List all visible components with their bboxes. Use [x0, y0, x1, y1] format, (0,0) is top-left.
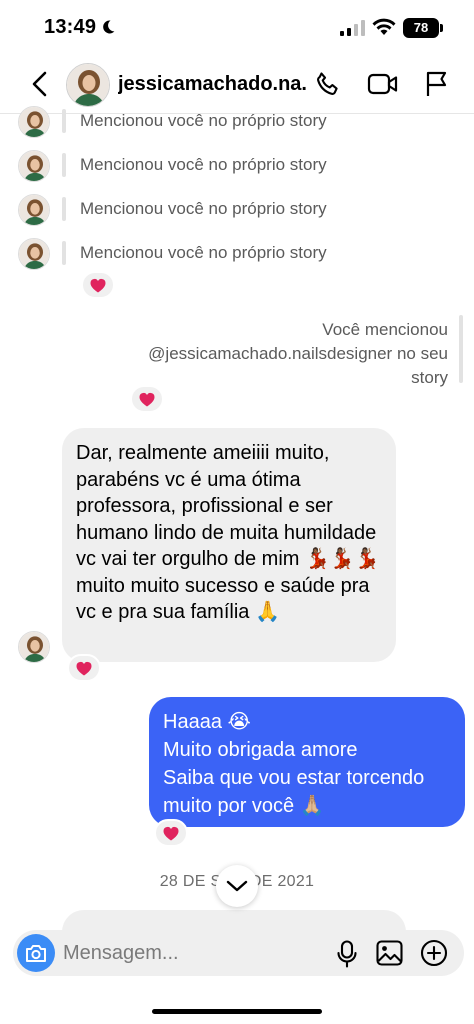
- mention-text: Mencionou você no próprio story: [80, 155, 327, 174]
- avatar-photo-icon: [19, 239, 49, 269]
- wifi-icon: [372, 18, 396, 35]
- heart-icon: [76, 661, 92, 675]
- heart-reaction[interactable]: [130, 385, 164, 413]
- header-username[interactable]: jessicamachado.na...: [118, 73, 308, 96]
- phone-icon[interactable]: [314, 70, 342, 98]
- signal-icon: [340, 20, 365, 36]
- header-avatar[interactable]: [66, 63, 110, 107]
- avatar-photo-icon: [19, 107, 49, 137]
- battery-indicator: 78: [403, 18, 439, 38]
- heart-icon: [163, 826, 179, 840]
- battery-tip: [440, 24, 443, 32]
- status-time: 13:49: [44, 16, 97, 38]
- avatar[interactable]: [18, 106, 50, 138]
- camera-button[interactable]: [17, 934, 55, 972]
- heart-icon: [90, 278, 106, 292]
- avatar[interactable]: [18, 631, 50, 663]
- outgoing-message-line: Haaaa 😭: [163, 711, 251, 733]
- avatar-photo-icon: [19, 632, 49, 662]
- avatar[interactable]: [18, 238, 50, 270]
- mention-bar: [459, 315, 463, 383]
- conversation-header: jessicamachado.na...: [0, 56, 474, 114]
- outgoing-message-bubble[interactable]: Haaaa 😭 Muito obrigada amore Saiba que v…: [149, 697, 465, 827]
- avatar[interactable]: [18, 150, 50, 182]
- you-mentioned-line: story: [411, 368, 448, 387]
- mention-bar: [62, 153, 66, 177]
- message-composer: [13, 930, 464, 976]
- add-plus-icon[interactable]: [420, 939, 448, 967]
- home-indicator: [152, 1009, 322, 1014]
- you-mentioned-line: Você mencionou: [322, 320, 448, 339]
- outgoing-message-line: Saiba que vou estar torcendo: [163, 767, 425, 789]
- message-input[interactable]: [63, 930, 323, 976]
- avatar-photo-icon: [67, 64, 109, 106]
- scroll-down-button[interactable]: [216, 865, 258, 907]
- mention-text: Mencionou você no próprio story: [80, 111, 327, 130]
- heart-reaction[interactable]: [81, 271, 115, 299]
- you-mentioned-notice[interactable]: Você mencionou @jessicamachado.nailsdesi…: [108, 318, 448, 390]
- status-bar: 13:49 78: [0, 0, 474, 56]
- mention-bar: [62, 109, 66, 133]
- chevron-down-icon: [226, 880, 248, 892]
- heart-reaction[interactable]: [67, 654, 101, 682]
- gallery-icon[interactable]: [376, 940, 403, 966]
- avatar-photo-icon: [19, 151, 49, 181]
- microphone-icon[interactable]: [336, 940, 358, 968]
- you-mentioned-line: @jessicamachado.nailsdesigner no seu: [148, 344, 448, 363]
- mention-bar: [62, 241, 66, 265]
- flag-icon[interactable]: [424, 70, 450, 98]
- back-arrow-icon[interactable]: [28, 70, 52, 98]
- mention-text: Mencionou você no próprio story: [80, 243, 327, 262]
- mention-bar: [62, 197, 66, 221]
- camera-icon: [26, 945, 46, 962]
- heart-reaction[interactable]: [154, 819, 188, 847]
- video-call-icon[interactable]: [367, 71, 399, 97]
- moon-icon: [103, 20, 115, 34]
- outgoing-message-line: Muito obrigada amore: [163, 739, 358, 761]
- outgoing-message-line: muito por você 🙏🏼: [163, 795, 325, 817]
- mention-text: Mencionou você no próprio story: [80, 199, 327, 218]
- avatar[interactable]: [18, 194, 50, 226]
- incoming-message-bubble[interactable]: Dar, realmente ameiiii muito, parabéns v…: [62, 428, 396, 662]
- avatar-photo-icon: [19, 195, 49, 225]
- heart-icon: [139, 392, 155, 406]
